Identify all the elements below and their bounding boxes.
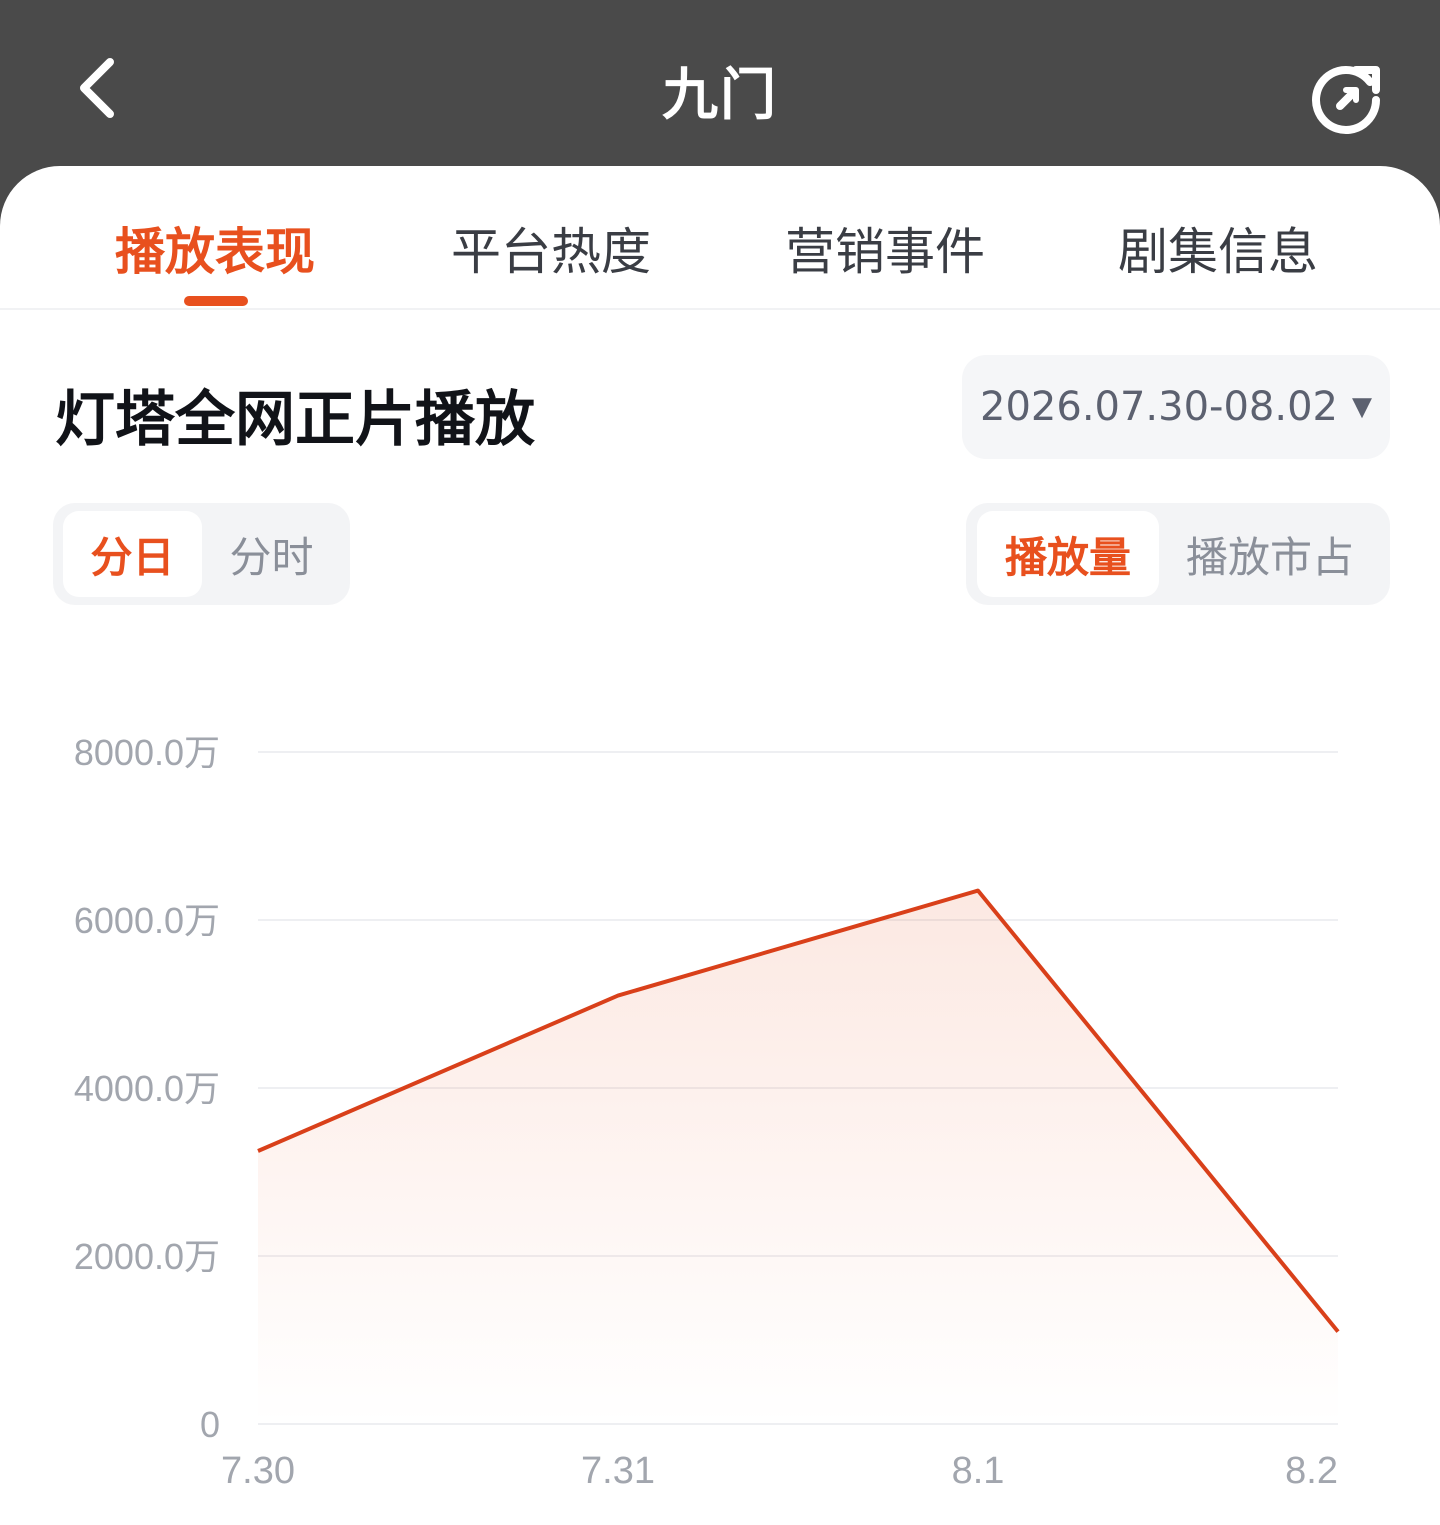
tab-marketing-events[interactable]: 营销事件	[785, 212, 985, 284]
tab-platform-heat[interactable]: 平台热度	[451, 212, 651, 284]
toggle-play-share[interactable]: 播放市占	[1159, 511, 1381, 597]
refresh-button[interactable]	[1306, 56, 1390, 140]
series-area	[258, 890, 1338, 1424]
active-tab-indicator	[184, 296, 248, 306]
toggle-hourly[interactable]: 分时	[202, 511, 341, 597]
app-header: 九门	[0, 0, 1440, 170]
y-tick-label: 4000.0万	[74, 1068, 220, 1109]
tab-bar: 播放表现 平台热度 营销事件 剧集信息	[0, 166, 1440, 310]
x-tick-label: 7.30	[221, 1450, 295, 1492]
y-tick-label: 8000.0万	[74, 732, 220, 773]
x-tick-label: 8.1	[952, 1450, 1005, 1492]
play-volume-chart: 0 2000.0万 4000.0万 6000.0万 8000.0万 7.30 7.31 8.…	[74, 732, 1340, 1492]
x-tick-label: 7.31	[581, 1450, 655, 1492]
y-tick-label: 6000.0万	[74, 900, 220, 941]
y-tick-label: 0	[200, 1404, 220, 1445]
caret-down-icon: ▼	[1351, 392, 1372, 422]
y-tick-label: 2000.0万	[74, 1236, 220, 1277]
tab-play-performance[interactable]: 播放表现	[115, 212, 315, 284]
toggle-play-volume[interactable]: 播放量	[977, 511, 1159, 597]
section-title: 灯塔全网正片播放	[55, 385, 535, 455]
page-title: 九门	[662, 63, 778, 128]
content-sheet: 播放表现 平台热度 营销事件 剧集信息 灯塔全网正片播放 2026.07.30-…	[0, 166, 1440, 1525]
metric-toggle: 播放量 播放市占	[966, 503, 1390, 605]
tab-series-info[interactable]: 剧集信息	[1118, 212, 1318, 284]
granularity-toggle: 分日 分时	[53, 503, 350, 605]
x-tick-label: 8.2	[1285, 1450, 1338, 1492]
date-range-text: 2026.07.30-08.02	[980, 384, 1338, 430]
date-range-picker[interactable]: 2026.07.30-08.02 ▼	[962, 355, 1390, 459]
toggle-daily[interactable]: 分日	[63, 511, 202, 597]
refresh-icon	[1312, 66, 1380, 134]
